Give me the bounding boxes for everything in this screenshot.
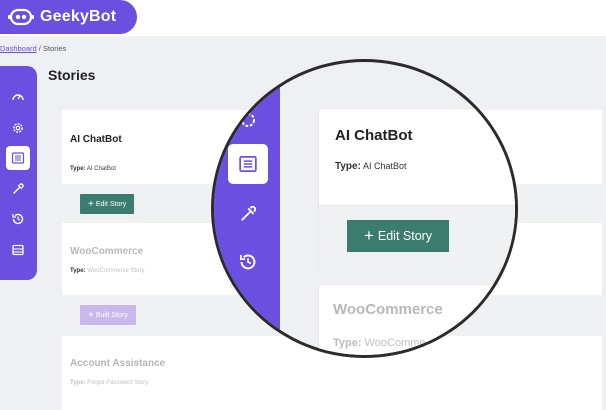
type-value: Forgot Password Story <box>87 380 149 386</box>
list-icon <box>11 152 25 164</box>
magnified-type-value-2: WooComme <box>364 337 426 349</box>
robot-icon <box>8 7 34 27</box>
magnified-story-card: AI ChatBot Type: AI ChatBot + Edit Story <box>318 108 515 270</box>
magnified-story-card-2: WooCommerce Type: WooComme <box>318 284 515 355</box>
magnified-edit-story-label: Edit Story <box>377 229 433 243</box>
breadcrumb-separator: / <box>38 44 41 53</box>
gear-icon <box>241 113 255 127</box>
page: GeekyBot Dashboard / Stories Stories AI … <box>0 0 606 410</box>
breadcrumb-dashboard-link[interactable]: Dashboard <box>0 44 37 53</box>
list-icon <box>239 156 257 172</box>
magnified-sidebar-item-settings[interactable] <box>228 100 268 140</box>
magnified-story-name-2: WooCommerce <box>333 301 443 318</box>
plus-icon: + <box>363 226 374 245</box>
magnified-type-label: Type: <box>335 161 361 172</box>
gear-icon <box>13 123 23 133</box>
edit-story-button[interactable]: + Edit Story <box>80 194 135 214</box>
history-icon <box>240 254 256 270</box>
story-name: WooCommerce <box>70 246 144 257</box>
built-story-button[interactable]: + Built Story <box>80 305 136 325</box>
sidebar-item-themes[interactable] <box>6 177 30 201</box>
magnified-edit-story-button[interactable]: + Edit Story <box>347 220 449 252</box>
story-card-account-assistance: Account Assistance Type: Forgot Password… <box>62 346 602 410</box>
breadcrumb-current: Stories <box>42 44 67 53</box>
magnified-sidebar-item-history[interactable] <box>228 242 268 282</box>
page-title: Stories <box>48 67 96 83</box>
history-icon <box>12 213 24 225</box>
magnified-sidebar <box>214 62 280 355</box>
built-story-label: Built Story <box>95 311 128 319</box>
plus-icon: + <box>88 309 94 321</box>
sidebar-item-settings[interactable] <box>6 116 30 140</box>
magnified-sidebar-item-stories[interactable] <box>228 144 268 184</box>
type-label: Type: <box>70 268 86 274</box>
breadcrumb: Dashboard / Stories <box>0 44 66 53</box>
table-icon <box>12 244 24 256</box>
story-type: Type: AI ChatBot <box>70 166 116 172</box>
story-name: Account Assistance <box>70 358 166 369</box>
magnified-type-value: AI ChatBot <box>362 161 407 171</box>
sidebar-item-history[interactable] <box>6 207 30 231</box>
magnified-type-label-2: Type: <box>333 337 362 349</box>
type-label: Type: <box>70 166 86 172</box>
sidebar-item-dashboard[interactable] <box>6 85 30 109</box>
sidebar <box>0 66 37 280</box>
magnified-story-type-2: Type: WooComme <box>333 337 426 349</box>
app-name: GeekyBot <box>40 8 117 25</box>
magnified-story-name: AI ChatBot <box>335 127 413 144</box>
logo[interactable]: GeekyBot <box>0 0 137 34</box>
top-bar: GeekyBot <box>0 0 606 36</box>
magnified-view: AI ChatBot Type: AI ChatBot + Edit Story… <box>214 62 515 355</box>
magnified-story-type: Type: AI ChatBot <box>335 161 406 172</box>
type-value: WooCommerce Story <box>87 268 145 274</box>
type-label: Type: <box>70 380 86 386</box>
type-value: AI ChatBot <box>86 166 116 172</box>
story-name: AI ChatBot <box>70 134 122 145</box>
eyedropper-icon <box>13 183 24 194</box>
story-type: Type: Forgot Password Story <box>70 380 148 386</box>
magnifier-lens: AI ChatBot Type: AI ChatBot + Edit Story… <box>211 59 518 358</box>
plus-icon: + <box>88 198 94 210</box>
edit-story-label: Edit Story <box>95 200 127 208</box>
story-type: Type: WooCommerce Story <box>70 268 144 274</box>
magnified-card-footer: + Edit Story <box>319 205 515 270</box>
sidebar-item-tables[interactable] <box>6 238 30 262</box>
sidebar-item-stories[interactable] <box>6 146 30 170</box>
eyedropper-icon <box>241 205 257 221</box>
dashboard-gauge-icon <box>12 94 24 101</box>
magnified-sidebar-item-themes[interactable] <box>228 194 268 234</box>
